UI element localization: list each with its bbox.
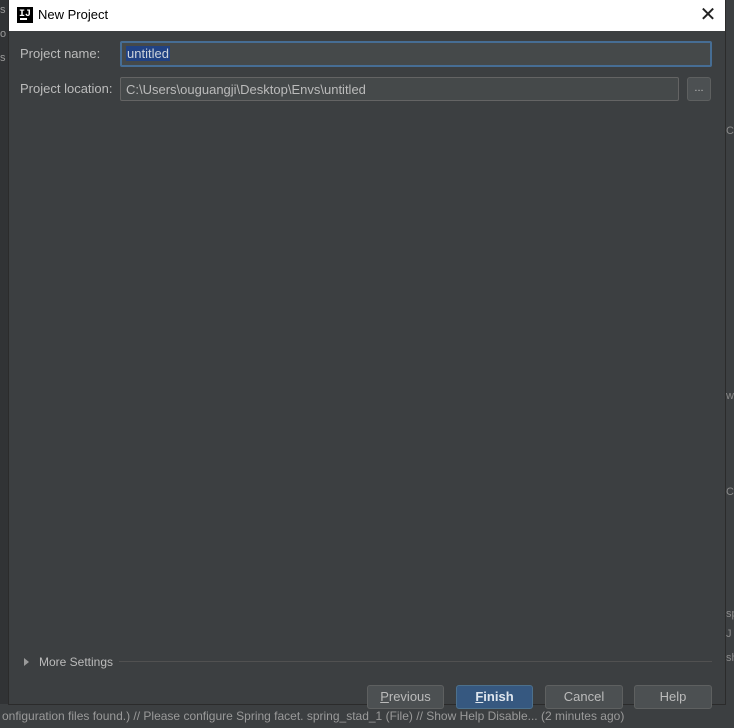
browse-label: ...: [694, 82, 704, 94]
expand-triangle-icon: [24, 658, 29, 666]
previous-button-label: Previous: [380, 689, 431, 704]
background-status-text: onfiguration files found.) // Please con…: [2, 709, 625, 723]
cancel-button[interactable]: Cancel: [545, 685, 623, 709]
more-settings-label: More Settings: [39, 655, 114, 669]
project-location-input[interactable]: C:\Users\ouguangji\Desktop\Envs\untitled: [120, 77, 679, 101]
intellij-icon: IJ: [17, 7, 33, 23]
help-button-label: Help: [659, 689, 687, 704]
background-fragment: s: [0, 52, 6, 64]
more-settings-toggle[interactable]: More Settings: [24, 654, 113, 670]
finish-button-label: Finish: [475, 689, 514, 704]
background-fragment: sh: [726, 652, 734, 664]
background-fragment: sp: [726, 608, 734, 620]
finish-button[interactable]: Finish: [456, 685, 533, 709]
background-fragment: J: [726, 628, 732, 640]
help-button[interactable]: Help: [634, 685, 712, 709]
project-location-label: Project location:: [20, 81, 113, 96]
close-icon: ✕: [699, 4, 717, 26]
background-fragment: s: [0, 4, 6, 16]
previous-button[interactable]: Previous: [367, 685, 444, 709]
project-name-value: untitled: [126, 46, 170, 61]
dialog-title: New Project: [38, 7, 109, 22]
background-ide-right-edge: C w C sp J sh: [725, 0, 734, 728]
background-fragment: C: [726, 125, 734, 137]
browse-location-button[interactable]: ...: [687, 77, 711, 101]
divider: [119, 661, 712, 662]
cancel-button-label: Cancel: [563, 689, 605, 704]
background-fragment: w: [726, 390, 734, 402]
background-fragment: C: [726, 486, 734, 498]
background-ide-left-edge: s o s: [0, 0, 9, 728]
dialog-titlebar: IJ New Project ✕: [9, 0, 725, 31]
project-name-label: Project name:: [20, 46, 101, 61]
new-project-dialog: IJ New Project ✕ Project name: untitled …: [9, 0, 725, 709]
close-button[interactable]: ✕: [697, 4, 719, 26]
project-location-value: C:\Users\ouguangji\Desktop\Envs\untitled: [126, 82, 366, 97]
project-name-input[interactable]: untitled: [120, 41, 712, 67]
background-fragment: o: [0, 28, 7, 40]
